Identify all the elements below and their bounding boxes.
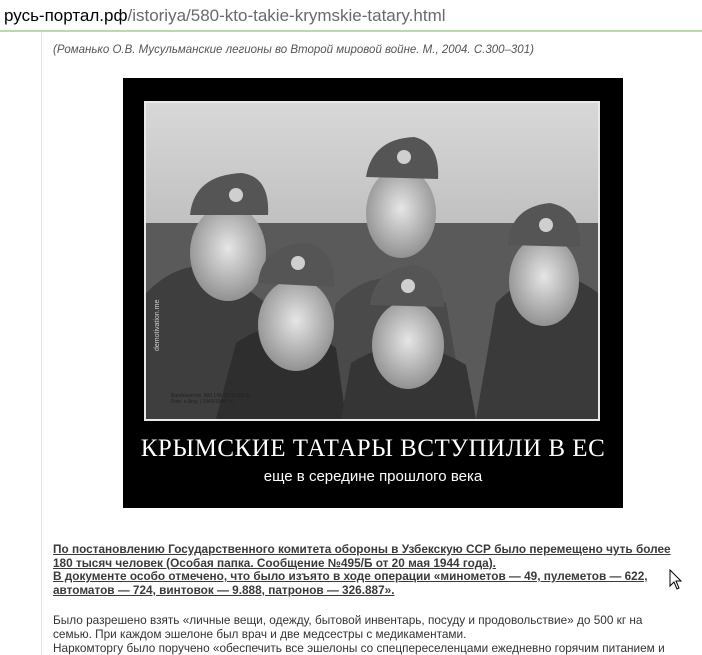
paragraph-line: семью. При каждом эшелоне был врач и две… xyxy=(53,627,467,641)
watermark-text: demotivation.me xyxy=(154,300,161,351)
demotivator-poster: Bundesarchiv, Bild 146-1973-118-11 Foto:… xyxy=(123,78,623,508)
url-text[interactable]: русь-портал.рф/istoriya/580-kto-takie-kr… xyxy=(4,6,446,26)
soldiers-photo: Bundesarchiv, Bild 146-1973-118-11 Foto:… xyxy=(144,101,600,421)
photo-illustration xyxy=(146,103,598,419)
paragraph-line: автоматов — 724, винтовок — 9.888, патро… xyxy=(53,582,395,597)
article-paragraph-bold: По постановлению Государственного комите… xyxy=(53,542,693,597)
poster-headline: КРЫМСКИЕ ТАТАРЫ ВСТУПИЛИ В ЕС xyxy=(140,435,606,462)
paragraph-line: По постановлению Государственного комите… xyxy=(53,542,671,556)
archive-caption: Bundesarchiv, Bild 146-1973-118-11 Foto:… xyxy=(171,393,252,405)
paragraph-line: Наркомторгу было поручено «обеспечить вс… xyxy=(53,641,665,655)
source-citation: (Романько О.В. Мусульманские легионы во … xyxy=(53,44,534,56)
content-left-border xyxy=(41,32,42,655)
url-path: /istoriya/580-kto-takie-krymskie-tatary.… xyxy=(127,6,446,25)
paragraph-line: 180 тысяч человек (Особая папка. Сообщен… xyxy=(53,555,496,570)
mouse-cursor-icon xyxy=(669,568,683,596)
poster-subline: еще в середине прошлого века xyxy=(263,468,483,485)
article-paragraph: Было разрешено взять «личные вещи, одежд… xyxy=(53,613,693,655)
address-bar[interactable]: русь-портал.рф/istoriya/580-kto-takie-kr… xyxy=(0,0,702,32)
paragraph-line: Было разрешено взять «личные вещи, одежд… xyxy=(53,613,643,627)
url-domain: русь-портал.рф xyxy=(4,6,128,25)
paragraph-line: В документе особо отмечено, что было изъ… xyxy=(53,569,648,583)
